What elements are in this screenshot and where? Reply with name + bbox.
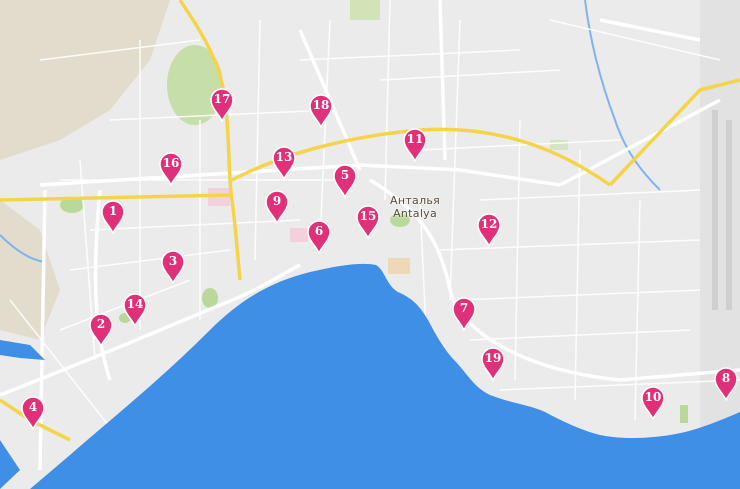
- park: [550, 140, 568, 150]
- map-view[interactable]: Анталья Antalya 1 2 3 4 5 6 7 8 9 10 11 12 13 14 15 16 1…: [0, 0, 740, 489]
- map-marker-16[interactable]: 16: [158, 152, 184, 186]
- city-name-native: Анталья: [390, 194, 441, 207]
- marker-label: 15: [359, 209, 377, 223]
- marker-label: 5: [340, 168, 350, 182]
- marker-label: 14: [126, 297, 144, 311]
- runway-2: [726, 120, 732, 310]
- marker-label: 2: [96, 317, 106, 331]
- city-label: Анталья Antalya: [390, 194, 440, 220]
- map-marker-17[interactable]: 17: [209, 88, 235, 122]
- map-marker-8[interactable]: 8: [713, 367, 739, 401]
- map-marker-13[interactable]: 13: [271, 146, 297, 180]
- runway: [712, 110, 718, 310]
- marker-label: 11: [406, 132, 424, 146]
- sea-corner: [0, 440, 20, 489]
- marker-label: 4: [28, 400, 38, 414]
- marker-label: 16: [162, 156, 180, 170]
- map-marker-14[interactable]: 14: [122, 293, 148, 327]
- marker-label: 17: [213, 92, 231, 106]
- map-marker-11[interactable]: 11: [402, 128, 428, 162]
- marker-label: 10: [644, 390, 662, 404]
- map-base: [0, 0, 740, 489]
- marker-label: 12: [480, 217, 498, 231]
- marker-label: 6: [314, 224, 324, 238]
- map-marker-4[interactable]: 4: [20, 396, 46, 430]
- map-marker-9[interactable]: 9: [264, 190, 290, 224]
- sea-small: [0, 340, 45, 360]
- map-marker-19[interactable]: 19: [480, 347, 506, 381]
- map-marker-3[interactable]: 3: [160, 250, 186, 284]
- map-marker-6[interactable]: 6: [306, 220, 332, 254]
- hill-area: [0, 0, 170, 160]
- map-marker-15[interactable]: 15: [355, 205, 381, 239]
- marker-label: 3: [168, 254, 178, 268]
- map-marker-1[interactable]: 1: [100, 200, 126, 234]
- marker-label: 13: [275, 150, 293, 164]
- marker-label: 9: [272, 194, 282, 208]
- poi-area: [388, 258, 410, 274]
- park: [350, 0, 380, 20]
- marker-label: 19: [484, 351, 502, 365]
- park: [680, 405, 688, 423]
- map-marker-18[interactable]: 18: [308, 94, 334, 128]
- city-name-latin: Antalya: [393, 207, 438, 220]
- marker-label: 7: [459, 301, 469, 315]
- map-marker-12[interactable]: 12: [476, 213, 502, 247]
- hill-area-west: [0, 200, 60, 340]
- map-marker-2[interactable]: 2: [88, 313, 114, 347]
- map-marker-7[interactable]: 7: [451, 297, 477, 331]
- marker-label: 18: [312, 98, 330, 112]
- marker-label: 1: [108, 204, 118, 218]
- marker-label: 8: [721, 371, 731, 385]
- map-marker-10[interactable]: 10: [640, 386, 666, 420]
- map-marker-5[interactable]: 5: [332, 164, 358, 198]
